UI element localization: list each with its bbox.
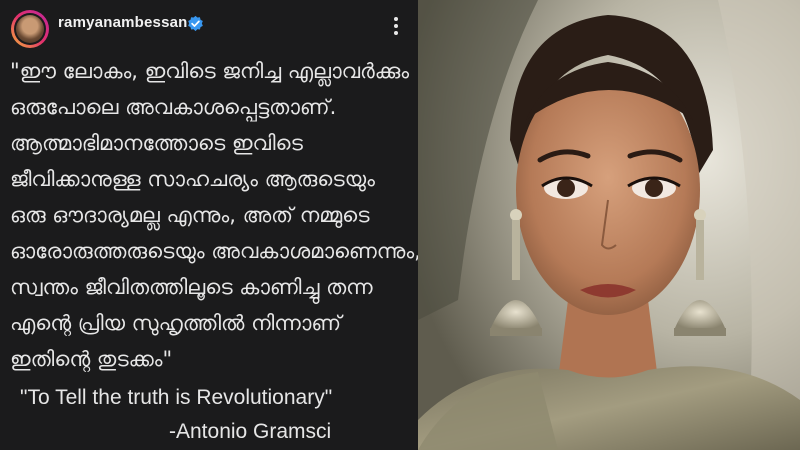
caption-line: സ്വന്തം ജീവിതത്തിലൂടെ കാണിച്ചു തന്ന xyxy=(10,275,373,299)
instagram-post-panel: ramyanambessan "ഈ ലോകം, ഇവിടെ ജനിച്ച എല്… xyxy=(0,0,418,450)
username[interactable]: ramyanambessan xyxy=(58,14,188,31)
avatar[interactable] xyxy=(11,10,49,48)
caption-line: ഒരു ഔദാര്യമല്ല എന്നും, അത് നമ്മുടെ xyxy=(10,203,370,227)
verified-badge-icon xyxy=(188,15,203,32)
caption-line: ഒരുപോലെ അവകാശപ്പെട്ടതാണ്. xyxy=(10,95,337,119)
caption-line: ഓരോരുത്തരുടെയും അവകാശമാണെന്നും, xyxy=(10,239,418,263)
quote-text: "To Tell the truth is Revolutionary" xyxy=(20,386,333,409)
caption-line: ആത്മാഭിമാനത്തോടെ ഇവിടെ xyxy=(10,131,303,155)
caption-line: "ഈ ലോകം, ഇവിടെ ജനിച്ച എല്ലാവർക്കും xyxy=(10,59,410,83)
quote-attribution: -Antonio Gramsci xyxy=(169,420,332,443)
avatar-photo xyxy=(16,15,44,43)
caption-line: ഇതിന്റെ തുടക്കം" xyxy=(10,347,173,371)
caption-line: എന്റെ പ്രിയ സുഹൃത്തിൽ നിന്നാണ് xyxy=(10,311,342,335)
more-options-icon[interactable] xyxy=(388,14,404,36)
caption-line: ജീവിക്കാനുള്ള സാഹചര്യം ആരുടെയും xyxy=(10,167,375,191)
post-header: ramyanambessan xyxy=(0,0,418,52)
portrait-photo xyxy=(418,0,800,450)
